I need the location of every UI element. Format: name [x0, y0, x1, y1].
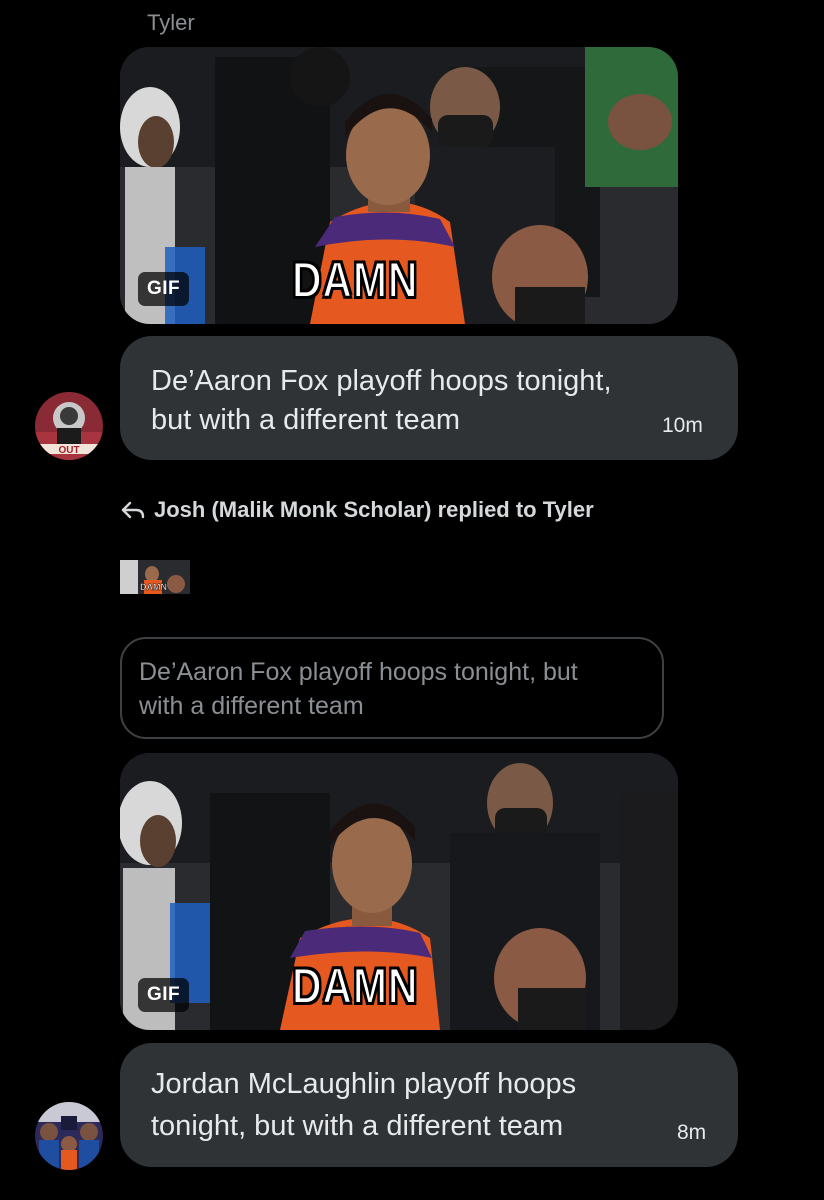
- gif-badge: GIF: [138, 978, 190, 1012]
- quoted-media-thumbnail[interactable]: DAMN: [120, 560, 190, 594]
- gif-message-1[interactable]: DAMN GIF: [120, 47, 678, 324]
- sender-name: Tyler: [147, 10, 195, 35]
- quoted-text-line: De’Aaron Fox playoff hoops tonight, but: [139, 658, 578, 686]
- message-timestamp: 10m: [662, 414, 703, 437]
- gif-caption: DAMN: [291, 251, 419, 309]
- reply-context: Josh (Malik Monk Scholar) replied to Tyl…: [120, 497, 594, 523]
- gif-caption: DAMN: [291, 957, 419, 1015]
- message-timestamp: 8m: [677, 1121, 707, 1144]
- thumbnail-caption: DAMN: [140, 582, 167, 592]
- reply-arrow-icon: [121, 501, 145, 519]
- reply-context-text: Josh (Malik Monk Scholar) replied to Tyl…: [154, 497, 594, 522]
- message-bubble[interactable]: De’Aaron Fox playoff hoops tonight, but …: [120, 336, 738, 460]
- gif-badge: GIF: [138, 272, 190, 306]
- svg-text:OUT: OUT: [58, 445, 79, 456]
- quoted-message[interactable]: De’Aaron Fox playoff hoops tonight, but …: [120, 637, 664, 739]
- message-text-line: but with a different team: [151, 404, 460, 436]
- avatar[interactable]: OUT: [35, 392, 103, 460]
- avatar[interactable]: [35, 1102, 103, 1170]
- message-text-line: Jordan McLaughlin playoff hoops: [151, 1068, 577, 1100]
- avatar-image: OUT: [35, 392, 103, 460]
- gif-message-2[interactable]: DAMN GIF: [120, 753, 678, 1030]
- message-text-line: De’Aaron Fox playoff hoops tonight,: [151, 365, 612, 397]
- avatar-image: [35, 1102, 103, 1170]
- message-bubble[interactable]: Jordan McLaughlin playoff hoops tonight,…: [120, 1043, 738, 1167]
- quoted-text-line: with a different team: [139, 692, 364, 720]
- message-text-line: tonight, but with a different team: [151, 1110, 564, 1142]
